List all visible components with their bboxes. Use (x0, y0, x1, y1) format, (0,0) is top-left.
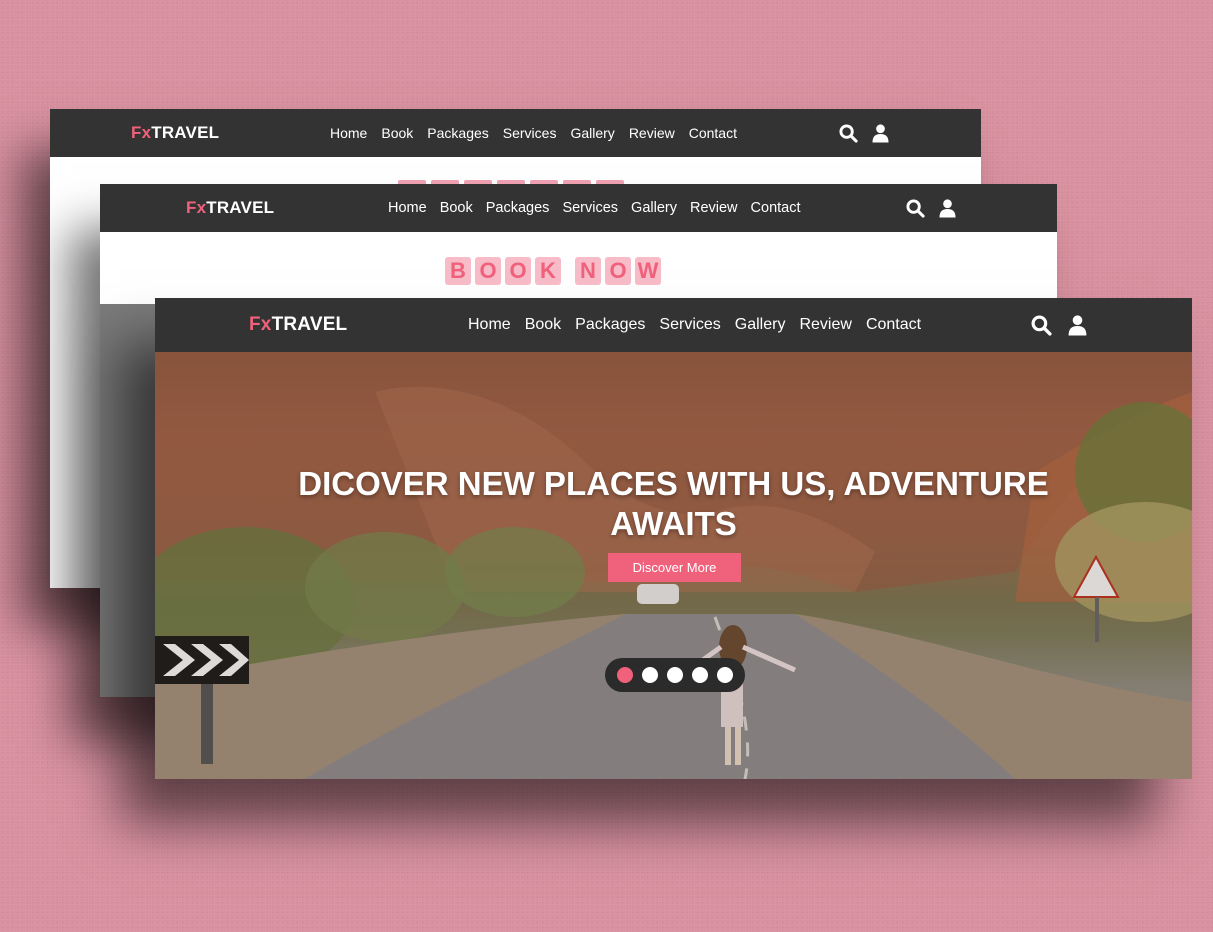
search-icon[interactable] (1031, 315, 1052, 336)
nav-link-packages[interactable]: Packages (427, 125, 488, 141)
nav-link-home[interactable]: Home (388, 200, 427, 216)
nav-icons (906, 198, 956, 218)
discover-more-button[interactable]: Discover More (608, 553, 741, 582)
navbar: FxTRAVEL Home Book Packages Services Gal… (50, 109, 981, 157)
nav-link-contact[interactable]: Contact (751, 200, 801, 216)
heading-letter: K (535, 257, 561, 285)
nav-icons (839, 123, 889, 143)
nav-link-review[interactable]: Review (690, 200, 738, 216)
heading-letter: O (475, 257, 501, 285)
screenshot-front: FxTRAVEL Home Book Packages Services Gal… (155, 298, 1192, 779)
slider-dot-2[interactable] (642, 667, 658, 683)
nav-link-services[interactable]: Services (562, 200, 618, 216)
slider-dot-1[interactable] (617, 667, 633, 683)
user-icon[interactable] (1068, 314, 1087, 336)
nav-link-services[interactable]: Services (503, 125, 557, 141)
nav-link-packages[interactable]: Packages (486, 200, 550, 216)
hero-title: DICOVER NEW PLACES WITH US, ADVENTURE AW… (298, 465, 1049, 542)
nav-link-gallery[interactable]: Gallery (735, 316, 786, 334)
search-icon[interactable] (906, 198, 925, 218)
nav-link-packages[interactable]: Packages (575, 316, 645, 334)
heading-letter: W (635, 257, 661, 285)
logo[interactable]: FxTRAVEL (186, 198, 274, 218)
nav-link-gallery[interactable]: Gallery (570, 125, 614, 141)
nav-link-review[interactable]: Review (799, 316, 851, 334)
heading-letter: B (445, 257, 471, 285)
nav-link-contact[interactable]: Contact (866, 316, 921, 334)
nav-links: Home Book Packages Services Gallery Revi… (388, 200, 801, 216)
nav-link-gallery[interactable]: Gallery (631, 200, 677, 216)
nav-link-home[interactable]: Home (468, 316, 511, 334)
nav-icons (1031, 314, 1087, 336)
heading-letter: O (605, 257, 631, 285)
navbar: FxTRAVEL Home Book Packages Services Gal… (100, 184, 1057, 232)
logo[interactable]: FxTRAVEL (249, 314, 347, 336)
user-icon[interactable] (872, 123, 889, 143)
slider-pagination (605, 658, 745, 692)
heading-letter: O (505, 257, 531, 285)
slider-dot-5[interactable] (717, 667, 733, 683)
user-icon[interactable] (939, 198, 956, 218)
nav-link-book[interactable]: Book (440, 200, 473, 216)
search-icon[interactable] (839, 123, 858, 143)
booking-image-partial (100, 304, 160, 697)
slider-dot-3[interactable] (667, 667, 683, 683)
heading-letter: N (575, 257, 601, 285)
navbar: FxTRAVEL Home Book Packages Services Gal… (155, 298, 1192, 352)
nav-link-contact[interactable]: Contact (689, 125, 737, 141)
nav-links: Home Book Packages Services Gallery Revi… (330, 125, 737, 141)
nav-link-home[interactable]: Home (330, 125, 367, 141)
book-now-heading: B O O K N O W (445, 257, 665, 285)
nav-link-book[interactable]: Book (381, 125, 413, 141)
nav-link-services[interactable]: Services (659, 316, 720, 334)
nav-link-book[interactable]: Book (525, 316, 561, 334)
nav-links: Home Book Packages Services Gallery Revi… (468, 316, 921, 334)
nav-link-review[interactable]: Review (629, 125, 675, 141)
slider-dot-4[interactable] (692, 667, 708, 683)
logo[interactable]: FxTRAVEL (131, 123, 219, 143)
hero-slider: DICOVER NEW PLACES WITH US, ADVENTURE AW… (155, 352, 1192, 779)
